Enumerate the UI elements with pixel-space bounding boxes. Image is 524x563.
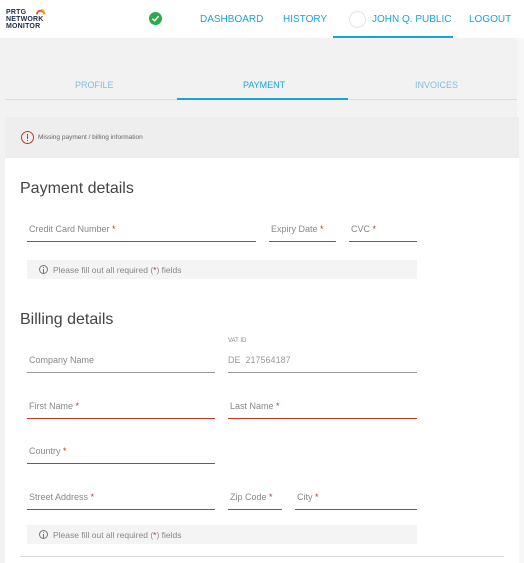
nav-logout[interactable]: LOGOUT (469, 14, 511, 25)
city-input[interactable] (295, 486, 417, 509)
tab-active-indicator (177, 98, 348, 100)
payment-details-title: Payment details (20, 180, 134, 197)
city-field[interactable]: City * (295, 486, 417, 510)
first-name-input[interactable] (27, 395, 215, 418)
alert-text: Missing payment / billing information (38, 134, 143, 141)
expiry-date-input[interactable] (269, 218, 336, 241)
nav-user-menu[interactable]: JOHN Q. PUBLIC (333, 0, 453, 38)
nav-dashboard[interactable]: DASHBOARD (200, 14, 263, 25)
last-name-field[interactable]: Last Name * (228, 395, 417, 419)
vat-id-field[interactable]: VAT ID DE 217564187 (228, 338, 417, 373)
prtg-logo[interactable]: PRTG NETWORK MONITOR (6, 8, 50, 30)
info-icon (39, 265, 48, 274)
cvc-field[interactable]: CVC * (349, 218, 417, 242)
vat-id-label: VAT ID (228, 338, 247, 344)
nav-user-name: JOHN Q. PUBLIC (372, 14, 452, 25)
country-field[interactable]: Country * (27, 440, 215, 464)
street-address-input[interactable] (27, 486, 215, 509)
payment-required-hint: Please fill out all required (*) fields (27, 260, 417, 279)
credit-card-number-input[interactable] (27, 218, 256, 241)
company-name-field[interactable]: Company Name (27, 349, 215, 373)
alert-banner: Missing payment / billing information (5, 117, 519, 158)
billing-details-title: Billing details (20, 311, 114, 328)
country-input[interactable] (27, 440, 215, 463)
tab-invoices[interactable]: INVOICES (415, 80, 458, 90)
last-name-input[interactable] (228, 395, 417, 418)
status-check-icon (149, 12, 162, 25)
alert-icon (21, 131, 34, 144)
payment-hint-text: Please fill out all required (*) fields (53, 265, 182, 275)
billing-hint-text: Please fill out all required (*) fields (53, 530, 182, 540)
zip-code-input[interactable] (228, 486, 282, 509)
cvc-input[interactable] (349, 218, 417, 241)
billing-required-hint: Please fill out all required (*) fields (27, 525, 417, 544)
nav-history[interactable]: HISTORY (283, 14, 327, 25)
tab-payment[interactable]: PAYMENT (243, 80, 285, 90)
payment-card: Missing payment / billing information Pa… (5, 117, 519, 563)
street-address-field[interactable]: Street Address * (27, 486, 215, 510)
company-name-input[interactable] (27, 349, 215, 372)
credit-card-number-field[interactable]: Credit Card Number * (27, 218, 256, 242)
avatar (349, 11, 366, 28)
zip-code-field[interactable]: Zip Code * (228, 486, 282, 510)
info-icon (39, 530, 48, 539)
expiry-date-field[interactable]: Expiry Date * (269, 218, 336, 242)
tab-profile[interactable]: PROFILE (75, 80, 114, 90)
vat-id-value: DE 217564187 (228, 355, 291, 365)
first-name-field[interactable]: First Name * (27, 395, 215, 419)
section-divider (20, 556, 504, 557)
logo-arc-icon (35, 8, 46, 15)
logo-line-3: MONITOR (6, 23, 41, 30)
top-nav-bar: PRTG NETWORK MONITOR DASHBOARD HISTORY J… (0, 0, 524, 38)
